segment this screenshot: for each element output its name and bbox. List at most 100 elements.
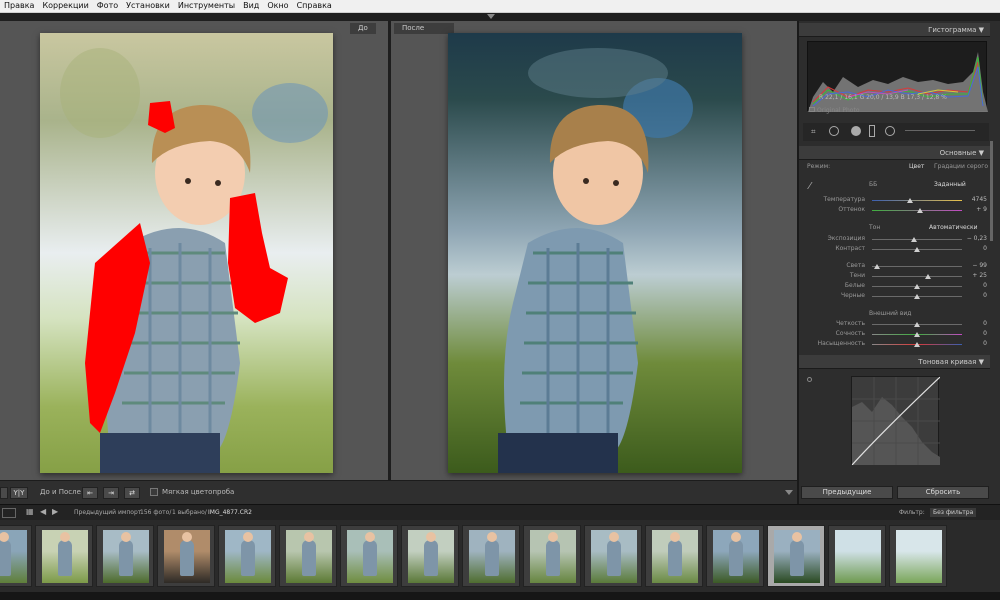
filmstrip-filename[interactable]: IMG_4877.CR2 xyxy=(208,509,252,516)
blacks-track[interactable] xyxy=(872,294,962,299)
back-arrow-icon[interactable]: ◀ xyxy=(40,507,46,516)
spot-removal-icon[interactable] xyxy=(829,126,839,136)
menu-corrections[interactable]: Коррекции xyxy=(38,0,92,12)
highlights-slider[interactable]: Света − 99 xyxy=(807,262,987,271)
whites-slider[interactable]: Белые 0 xyxy=(807,282,987,291)
filmstrip-thumbnail[interactable] xyxy=(401,525,459,587)
contrast-track[interactable] xyxy=(872,247,962,252)
vibrance-slider[interactable]: Сочность 0 xyxy=(807,330,987,339)
vibrance-knob[interactable] xyxy=(914,332,920,337)
previous-button[interactable]: Предыдущие xyxy=(801,486,893,499)
contrast-value[interactable]: 0 xyxy=(965,245,987,252)
highlights-track[interactable] xyxy=(872,264,962,269)
tint-track[interactable] xyxy=(872,208,962,213)
wb-value[interactable]: Заданный xyxy=(934,181,966,188)
clarity-knob[interactable] xyxy=(914,322,920,327)
menu-settings[interactable]: Установки xyxy=(122,0,174,12)
filmstrip-thumbnail[interactable] xyxy=(157,525,215,587)
menu-tools[interactable]: Инструменты xyxy=(174,0,239,12)
menu-view[interactable]: Вид xyxy=(239,0,263,12)
exposure-track[interactable] xyxy=(872,237,962,242)
contrast-knob[interactable] xyxy=(914,247,920,252)
saturation-slider[interactable]: Насыщенность 0 xyxy=(807,340,987,349)
shadows-value[interactable]: + 25 xyxy=(965,272,987,279)
filmstrip-thumbnail[interactable] xyxy=(462,525,520,587)
temperature-knob[interactable] xyxy=(906,198,913,203)
copy-after-button[interactable]: ⇥ xyxy=(103,487,119,499)
filmstrip-thumbnail[interactable] xyxy=(340,525,398,587)
top-panel-toggle[interactable] xyxy=(0,13,1000,21)
filmstrip-thumbnail[interactable] xyxy=(523,525,581,587)
after-photo[interactable] xyxy=(448,33,742,473)
radial-filter-icon[interactable] xyxy=(885,126,895,136)
saturation-value[interactable]: 0 xyxy=(965,340,987,347)
eyedropper-icon[interactable]: ⁄ xyxy=(809,181,811,192)
filmstrip-thumbnail[interactable] xyxy=(645,525,703,587)
shadows-knob[interactable] xyxy=(924,274,931,279)
secondary-window-icon[interactable] xyxy=(2,508,16,518)
mode-grayscale[interactable]: Градации серого xyxy=(934,163,988,170)
brush-slider-track[interactable] xyxy=(905,130,975,131)
filmstrip-thumbnail[interactable] xyxy=(279,525,337,587)
tint-slider[interactable]: Оттенок + 9 xyxy=(807,206,987,215)
whites-value[interactable]: 0 xyxy=(965,282,987,289)
vibrance-value[interactable]: 0 xyxy=(965,330,987,337)
tint-knob[interactable] xyxy=(916,208,923,213)
target-adjust-icon[interactable] xyxy=(807,377,812,382)
before-after-mode-button[interactable]: Y|Y xyxy=(10,487,28,499)
saturation-knob[interactable] xyxy=(914,342,920,347)
swap-button[interactable]: ⇄ xyxy=(124,487,140,499)
whites-knob[interactable] xyxy=(914,284,920,289)
clarity-track[interactable] xyxy=(872,322,962,327)
menu-help[interactable]: Справка xyxy=(293,0,336,12)
highlights-value[interactable]: − 99 xyxy=(965,262,987,269)
menu-edit[interactable]: Правка xyxy=(0,0,38,12)
exposure-knob[interactable] xyxy=(911,237,918,242)
whites-track[interactable] xyxy=(872,284,962,289)
exposure-value[interactable]: − 0,23 xyxy=(965,235,987,242)
toolbar-chevron-down-icon[interactable] xyxy=(785,490,793,495)
filmstrip-thumbnail[interactable] xyxy=(96,525,154,587)
filter-select[interactable]: Без фильтра xyxy=(930,508,977,517)
histogram-header[interactable]: Гистограмма ▼ xyxy=(799,23,990,37)
filmstrip-thumbnail[interactable] xyxy=(767,525,825,587)
exposure-slider[interactable]: Экспозиция − 0,23 xyxy=(807,235,987,244)
tone-curve-graph[interactable] xyxy=(851,376,941,466)
clarity-value[interactable]: 0 xyxy=(965,320,987,327)
before-photo[interactable] xyxy=(40,33,333,473)
mode-color[interactable]: Цвет xyxy=(909,163,924,170)
temperature-slider[interactable]: Температура 4745 xyxy=(807,196,987,205)
red-eye-icon[interactable] xyxy=(851,126,861,136)
grid-icon[interactable]: ▦ xyxy=(26,507,34,516)
temperature-track[interactable] xyxy=(872,198,962,203)
filmstrip-source[interactable]: Предыдущий импорт xyxy=(74,509,141,516)
filmstrip-thumbnail[interactable] xyxy=(218,525,276,587)
filmstrip-thumbnail[interactable] xyxy=(0,525,32,587)
shadows-slider[interactable]: Тени + 25 xyxy=(807,272,987,281)
reset-button[interactable]: Сбросить xyxy=(897,486,989,499)
filmstrip-thumbnail[interactable] xyxy=(828,525,886,587)
filmstrip-thumbnail[interactable] xyxy=(889,525,947,587)
menu-window[interactable]: Окно xyxy=(263,0,292,12)
forward-arrow-icon[interactable]: ▶ xyxy=(52,507,58,516)
shadows-track[interactable] xyxy=(872,274,962,279)
panel-scrollbar[interactable] xyxy=(990,141,993,241)
blacks-slider[interactable]: Черные 0 xyxy=(807,292,987,301)
vibrance-track[interactable] xyxy=(872,332,962,337)
tone-curve-header[interactable]: Тоновая кривая ▼ xyxy=(799,355,990,369)
graduated-filter-icon[interactable] xyxy=(869,125,875,137)
bottom-panel-toggle[interactable] xyxy=(0,592,1000,600)
filmstrip-thumbnail[interactable] xyxy=(35,525,93,587)
auto-tone-button[interactable]: Автоматически xyxy=(929,224,977,231)
basic-header[interactable]: Основные ▼ xyxy=(799,146,990,160)
crop-icon[interactable]: ⌗ xyxy=(811,127,816,137)
original-photo-checkbox[interactable] xyxy=(809,107,815,112)
filmstrip-thumbnail[interactable] xyxy=(584,525,642,587)
filmstrip-thumbnail[interactable] xyxy=(706,525,764,587)
blacks-value[interactable]: 0 xyxy=(965,292,987,299)
blacks-knob[interactable] xyxy=(914,294,920,299)
copy-before-button[interactable]: ⇤ xyxy=(82,487,98,499)
view-mode-button[interactable] xyxy=(0,487,8,499)
contrast-slider[interactable]: Контраст 0 xyxy=(807,245,987,254)
menu-photo[interactable]: Фото xyxy=(93,0,122,12)
